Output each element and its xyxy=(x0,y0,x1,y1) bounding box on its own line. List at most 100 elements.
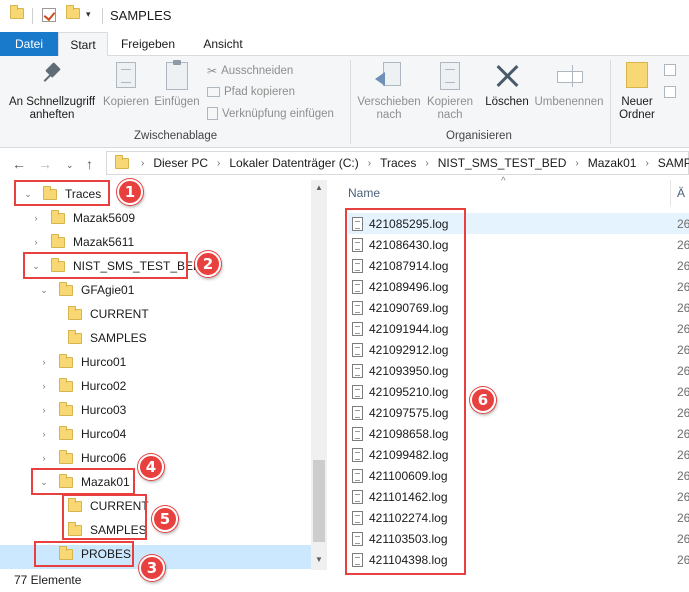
rename-button[interactable]: Umbenennen xyxy=(532,62,606,109)
quick-access-dropdown-icon[interactable]: ▾ xyxy=(86,9,91,20)
tree-item-hurco06[interactable]: › Hurco06 xyxy=(38,446,126,470)
easy-access-icon[interactable] xyxy=(664,86,676,98)
chevron-right-icon[interactable]: › xyxy=(217,158,220,169)
move-to-icon xyxy=(375,62,403,90)
copy-button[interactable]: Kopieren xyxy=(100,62,152,109)
collapse-arrow-icon[interactable]: › xyxy=(38,453,50,463)
copy-to-button[interactable]: Kopieren nach xyxy=(422,62,478,122)
folder-icon xyxy=(59,401,73,416)
collapse-arrow-icon[interactable]: › xyxy=(38,357,50,367)
collapse-arrow-icon[interactable]: › xyxy=(38,429,50,439)
folder-icon xyxy=(115,154,129,169)
rename-label: Umbenennen xyxy=(534,96,604,108)
tree-item-current[interactable]: CURRENT xyxy=(47,302,149,326)
paste-button[interactable]: Einfügen xyxy=(152,60,202,109)
properties-check-icon[interactable] xyxy=(42,8,56,22)
breadcrumb-nist-sms-test-bed[interactable]: NIST_SMS_TEST_BED xyxy=(438,156,567,170)
group-divider xyxy=(610,60,611,144)
breadcrumb-drive-c[interactable]: Lokaler Datenträger (C:) xyxy=(229,156,358,170)
tree-item-label: Hurco06 xyxy=(81,451,127,465)
tree-item-samples[interactable]: SAMPLES xyxy=(47,326,147,350)
title-bar: ▾ SAMPLES xyxy=(0,0,689,32)
up-arrow-icon[interactable]: ↑ xyxy=(86,156,93,172)
breadcrumb-dieser-pc[interactable]: Dieser PC xyxy=(153,156,208,170)
column-header-name[interactable]: Name xyxy=(348,186,380,200)
paste-shortcut-button[interactable]: Verknüpfung einfügen xyxy=(207,107,334,120)
file-date: 26 xyxy=(677,342,689,357)
breadcrumb-samples[interactable]: SAMPLES xyxy=(658,156,689,170)
address-field[interactable]: › Dieser PC › Lokaler Datenträger (C:) ›… xyxy=(106,151,689,175)
pin-quick-access-button[interactable]: An Schnellzugriff anheften xyxy=(4,62,100,122)
breadcrumb-mazak01[interactable]: Mazak01 xyxy=(588,156,637,170)
annotation-badge-4: 4 xyxy=(138,454,164,480)
folder-icon xyxy=(59,425,73,440)
highlight-mazak01 xyxy=(31,468,135,495)
tree-item-mazak5609[interactable]: › Mazak5609 xyxy=(30,206,135,230)
chevron-right-icon[interactable]: › xyxy=(368,158,371,169)
collapse-arrow-icon[interactable]: › xyxy=(38,405,50,415)
chevron-right-icon[interactable]: › xyxy=(575,158,578,169)
clipboard-group-label: Zwischenablage xyxy=(134,130,218,142)
window-title: SAMPLES xyxy=(110,8,172,23)
tab-start[interactable]: Start xyxy=(58,32,108,57)
tab-datei[interactable]: Datei xyxy=(0,32,58,56)
file-date: 26 xyxy=(677,552,689,567)
delete-button[interactable]: Löschen xyxy=(482,62,532,109)
tree-item-hurco02[interactable]: › Hurco02 xyxy=(38,374,126,398)
file-date: 26 xyxy=(677,363,689,378)
recent-dropdown-icon[interactable]: ⌄ xyxy=(66,160,74,171)
move-to-label: Verschieben nach xyxy=(357,96,421,121)
tab-freigeben[interactable]: Freigeben xyxy=(110,32,186,56)
copy-path-button[interactable]: Pfad kopieren xyxy=(207,86,295,98)
file-date: 26 xyxy=(677,489,689,504)
back-arrow-icon[interactable]: ← xyxy=(12,156,26,172)
column-divider[interactable] xyxy=(670,180,671,206)
collapse-arrow-icon[interactable]: › xyxy=(30,237,42,247)
chevron-right-icon[interactable]: › xyxy=(645,158,648,169)
chevron-right-icon[interactable]: › xyxy=(425,158,428,169)
column-header-date[interactable]: Ä xyxy=(677,186,685,200)
organize-group-label: Organisieren xyxy=(446,130,512,142)
tree-item-gfagie01[interactable]: ⌄ GFAgie01 xyxy=(38,278,134,302)
highlight-probes xyxy=(34,541,134,567)
tree-item-label: GFAgie01 xyxy=(81,283,135,297)
file-date: 26 xyxy=(677,258,689,273)
expand-arrow-icon[interactable]: ⌄ xyxy=(38,285,50,296)
tree-item-hurco01[interactable]: › Hurco01 xyxy=(38,350,126,374)
tree-scrollbar-thumb[interactable] xyxy=(313,460,325,542)
tree-item-hurco03[interactable]: › Hurco03 xyxy=(38,398,126,422)
scissors-icon: ✂ xyxy=(207,64,218,78)
ribbon: An Schnellzugriff anheften Kopieren Einf… xyxy=(0,56,689,148)
collapse-arrow-icon[interactable]: › xyxy=(38,381,50,391)
collapse-arrow-icon[interactable]: › xyxy=(30,213,42,223)
shortcut-icon xyxy=(207,107,218,120)
scroll-up-arrow-icon[interactable]: ▲ xyxy=(311,180,327,196)
breadcrumb-traces[interactable]: Traces xyxy=(380,156,416,170)
path-icon xyxy=(207,87,220,97)
divider xyxy=(102,8,103,24)
ribbon-tabs: Datei Start Freigeben Ansicht xyxy=(0,32,689,57)
cut-button[interactable]: ✂ Ausschneiden xyxy=(207,64,293,78)
delete-x-icon xyxy=(493,62,521,90)
tree-item-hurco04[interactable]: › Hurco04 xyxy=(38,422,126,446)
chevron-right-icon[interactable]: › xyxy=(141,158,144,169)
file-date: 26 xyxy=(677,279,689,294)
delete-label: Löschen xyxy=(485,96,529,108)
new-folder-button[interactable]: Neuer Ordner xyxy=(614,62,660,122)
file-date: 26 xyxy=(677,384,689,399)
tab-ansicht[interactable]: Ansicht xyxy=(190,32,256,56)
copy-label: Kopieren xyxy=(102,96,150,108)
tree-item-mazak5611[interactable]: › Mazak5611 xyxy=(30,230,134,254)
move-to-button[interactable]: Verschieben nach xyxy=(356,62,422,122)
tree-item-label: Hurco01 xyxy=(81,355,127,369)
file-date: 26 xyxy=(677,300,689,315)
folder-icon xyxy=(68,329,82,344)
scroll-down-arrow-icon[interactable]: ▼ xyxy=(311,552,327,568)
forward-arrow-icon[interactable]: → xyxy=(38,156,52,172)
tree-item-label: SAMPLES xyxy=(90,331,147,345)
annotation-badge-6: 6 xyxy=(470,387,496,413)
new-folder-label: Neuer Ordner xyxy=(619,96,655,121)
sort-caret-icon: ^ xyxy=(501,176,506,187)
new-item-icon[interactable] xyxy=(664,64,676,76)
new-folder-quick-icon[interactable] xyxy=(66,5,80,19)
